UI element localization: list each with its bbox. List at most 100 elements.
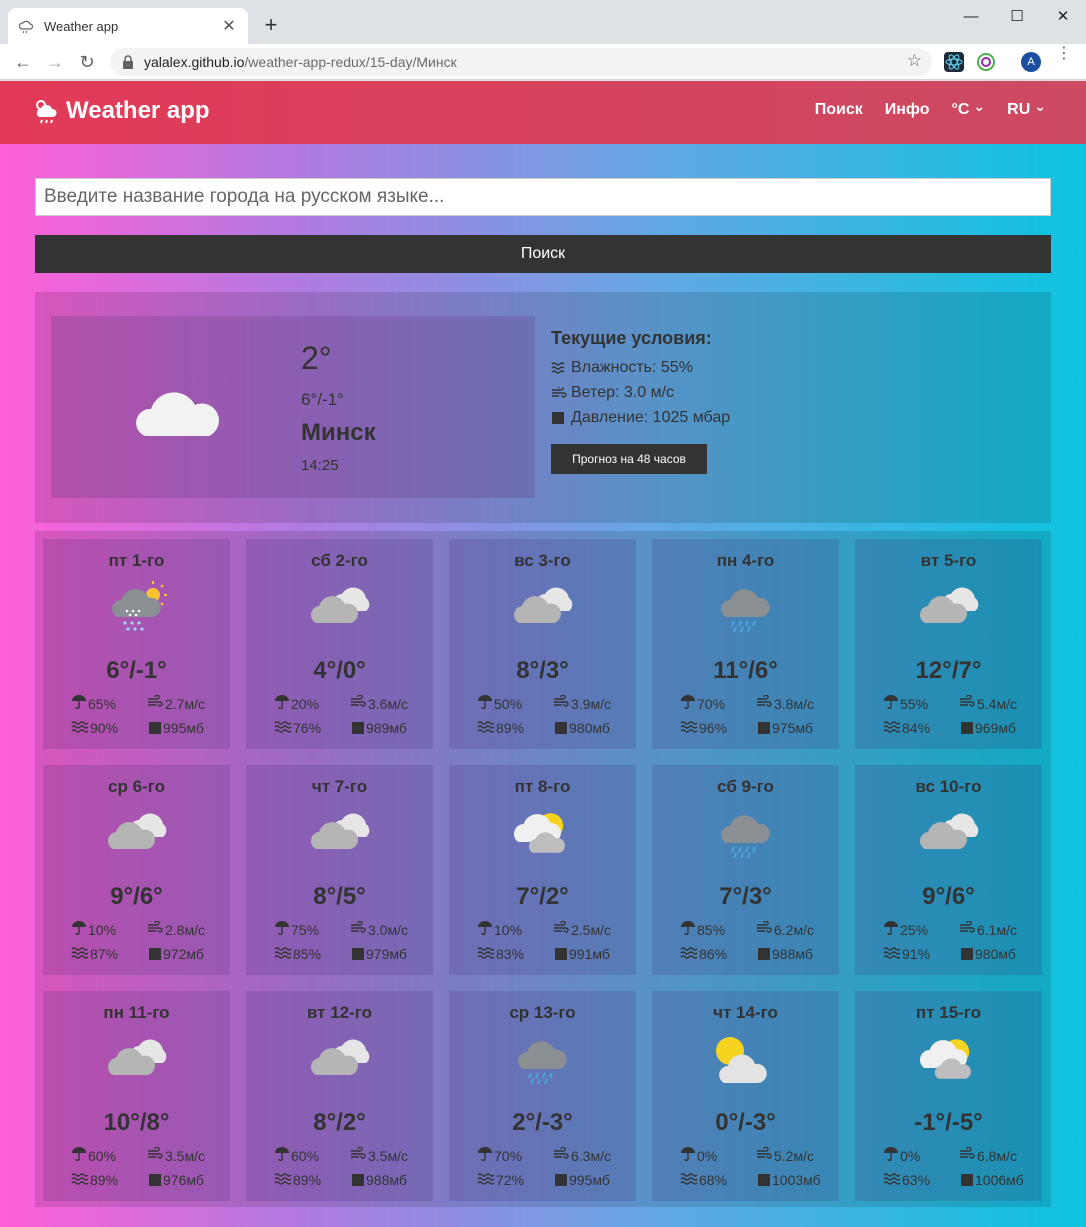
units-dropdown[interactable]: °C [951, 101, 985, 119]
partly-cloudy-icon [917, 1033, 981, 1085]
pressure-value: 995мб [569, 1172, 610, 1188]
new-tab-icon[interactable]: + [258, 12, 284, 38]
humidity-icon [274, 720, 293, 736]
pressure-stat: 988мб [352, 1172, 407, 1188]
clouds-icon [511, 581, 575, 633]
forecast-day-card[interactable]: пн 11-го 10°/8° 60% 3.5м/с 89% 976мб [43, 991, 230, 1201]
pressure-stat: 979мб [352, 946, 407, 962]
humidity-value: 96% [699, 720, 728, 736]
brand[interactable]: Weather app [32, 97, 210, 125]
browser-menu-icon[interactable]: ⋮ [1056, 46, 1072, 62]
forecast-day-card[interactable]: ср 13-го 2°/-3° 70% 6.3м/с 72% 995мб [449, 991, 636, 1201]
day-name: пн 11-го [103, 1003, 170, 1022]
weather-favicon-icon [18, 20, 34, 34]
forward-icon[interactable]: → [42, 49, 68, 75]
humidity-value: 89% [293, 1172, 322, 1188]
react-devtools-icon[interactable] [944, 52, 964, 72]
forecast-day-card[interactable]: ср 6-го 9°/6° 10% 2.8м/с 87% 972мб [43, 765, 230, 975]
wind-stat: 2.8м/с [147, 920, 205, 938]
pressure-value: 989мб [366, 720, 407, 736]
clouds-icon [105, 1033, 169, 1085]
extension-icon[interactable] [976, 52, 996, 72]
precip-value: 10% [88, 921, 117, 938]
wind-icon [959, 920, 977, 938]
precip-stat: 70% [477, 1147, 522, 1164]
day-name: вс 3-го [514, 551, 571, 570]
forecast-day-card[interactable]: пт 8-го 7°/2° 10% 2.5м/с 83% 991мб [449, 765, 636, 975]
forecast-grid: пт 1-го 6°/-1° 65% 2.7м/с 90% 995мб сб 2-го 4°/… [35, 531, 1051, 1207]
weather-app: Weather app Поиск Инфо °C RU Поиск 2° 6°… [0, 81, 1086, 1227]
humidity-value: 91% [902, 946, 931, 962]
forecast-day-card[interactable]: сб 2-го 4°/0° 20% 3.6м/с 76% 989мб [246, 539, 433, 749]
pressure-stat: 995мб [149, 720, 204, 736]
forecast-day-card[interactable]: вт 12-го 8°/2° 60% 3.5м/с 89% 988мб [246, 991, 433, 1201]
humidity-value: 90% [90, 720, 119, 736]
forecast-day-card[interactable]: пн 4-го 11°/6° 70% 3.8м/с 96% 975мб [652, 539, 839, 749]
humidity-value: 83% [496, 946, 525, 962]
nav-search[interactable]: Поиск [815, 101, 863, 119]
precip-value: 70% [494, 1147, 523, 1164]
day-temp: 0°/-3° [715, 1109, 776, 1136]
city-search-input[interactable] [35, 178, 1051, 216]
pressure-stat: 988мб [758, 946, 813, 962]
wind-stat: 3.5м/с [350, 1146, 408, 1164]
precip-stat: 60% [71, 1147, 116, 1164]
bookmark-star-icon[interactable]: ☆ [907, 51, 922, 71]
day-name: пн 4-го [716, 551, 775, 570]
forecast-day-card[interactable]: сб 9-го 7°/3° 85% 6.2м/с 86% 988мб [652, 765, 839, 975]
pressure-stat: 972мб [149, 946, 204, 962]
day-temp: 7°/3° [719, 883, 772, 910]
humidity-icon [71, 946, 90, 962]
pressure-value: Давление: 1025 мбар [571, 408, 731, 426]
maximize-icon[interactable]: ☐ [994, 0, 1040, 32]
search-button[interactable]: Поиск [35, 235, 1051, 273]
day-name: ср 13-го [509, 1003, 576, 1022]
tab-close-icon[interactable]: ✕ [220, 16, 238, 36]
humidity-stat: 85% [274, 946, 321, 962]
humidity-stat: 83% [477, 946, 524, 962]
pressure-icon [758, 722, 770, 734]
language-dropdown[interactable]: RU [1007, 101, 1046, 119]
wind-row: Ветер: 3.0 м/с [551, 380, 730, 405]
reload-icon[interactable]: ↻ [74, 49, 100, 75]
address-bar[interactable]: yalalex.github.io/weather-app-redux/15-d… [110, 48, 932, 76]
wind-stat: 5.2м/с [756, 1146, 814, 1164]
forecast-48h-button[interactable]: Прогноз на 48 часов [551, 444, 707, 474]
profile-avatar[interactable]: A [1021, 52, 1041, 72]
pressure-icon [555, 722, 567, 734]
clouds-icon [105, 807, 169, 859]
day-temp: 11°/6° [713, 657, 778, 684]
pressure-stat: 980мб [555, 720, 610, 736]
close-window-icon[interactable]: ✕ [1040, 0, 1086, 32]
precip-stat: 10% [71, 921, 116, 938]
forecast-day-card[interactable]: вс 3-го 8°/3° 50% 3.9м/с 89% 980мб [449, 539, 636, 749]
precip-value: 60% [88, 1147, 117, 1164]
wind-value: 3.9м/с [571, 695, 611, 712]
nav-info[interactable]: Инфо [885, 101, 930, 119]
back-icon[interactable]: ← [10, 49, 36, 75]
humidity-value: 68% [699, 1172, 728, 1188]
pressure-value: 988мб [366, 1172, 407, 1188]
browser-tab[interactable]: Weather app ✕ [8, 8, 248, 44]
forecast-day-card[interactable]: вт 5-го 12°/7° 55% 5.4м/с 84% 969мб [855, 539, 1042, 749]
forecast-day-card[interactable]: пт 1-го 6°/-1° 65% 2.7м/с 90% 995мб [43, 539, 230, 749]
wind-value: 3.5м/с [368, 1147, 408, 1164]
humidity-value: 63% [902, 1172, 931, 1188]
wind-value: 2.7м/с [165, 695, 205, 712]
humidity-stat: 90% [71, 720, 118, 736]
forecast-day-card[interactable]: пт 15-го -1°/-5° 0% 6.8м/с 63% 1006мб [855, 991, 1042, 1201]
precip-stat: 10% [477, 921, 522, 938]
wind-icon [147, 694, 165, 712]
pressure-value: 991мб [569, 946, 610, 962]
clouds-icon [308, 581, 372, 633]
day-temp: 7°/2° [516, 883, 569, 910]
pressure-stat: 991мб [555, 946, 610, 962]
cloud-icon [136, 392, 220, 436]
minimize-icon[interactable]: — [948, 0, 994, 32]
forecast-day-card[interactable]: чт 14-го 0°/-3° 0% 5.2м/с 68% 1003мб [652, 991, 839, 1201]
forecast-day-card[interactable]: вс 10-го 9°/6° 25% 6.1м/с 91% 980мб [855, 765, 1042, 975]
humidity-value: 85% [293, 946, 322, 962]
forecast-day-card[interactable]: чт 7-го 8°/5° 75% 3.0м/с 85% 979мб [246, 765, 433, 975]
rain-icon [714, 581, 778, 633]
day-temp: -1°/-5° [914, 1109, 983, 1136]
